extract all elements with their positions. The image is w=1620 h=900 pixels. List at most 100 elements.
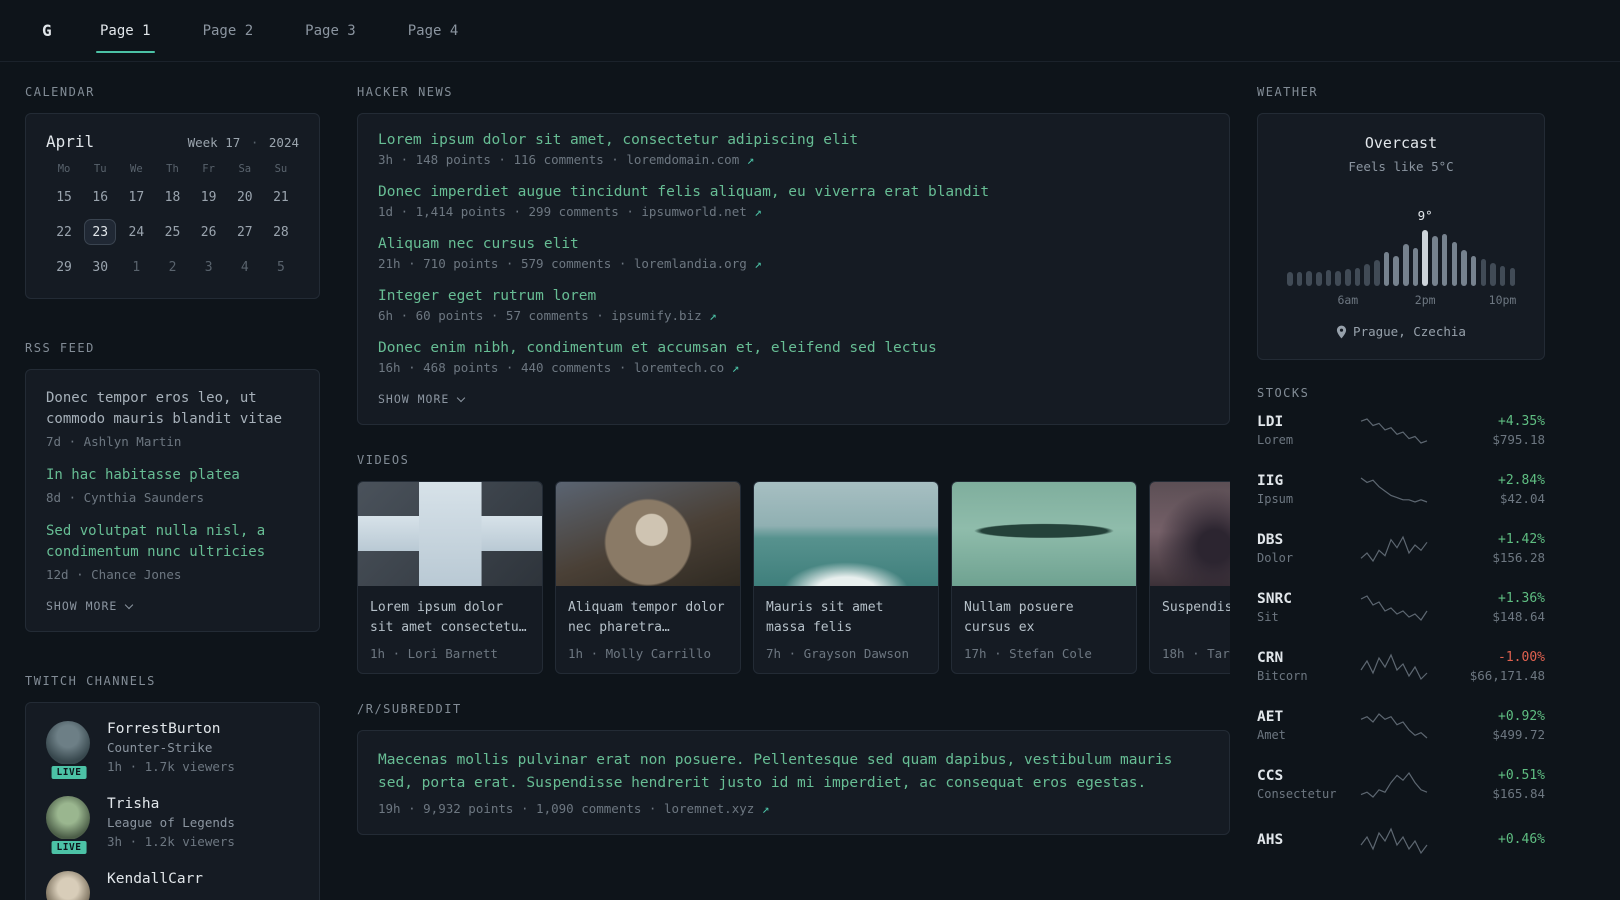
channel-name[interactable]: ForrestBurton [107,721,235,737]
videos-section: VIDEOS Lorem ipsum dolor sit amet consec… [357,453,1230,674]
video-title[interactable]: Mauris sit amet massa felis [766,598,926,638]
stock-symbol-block: CRN Bitcorn [1257,650,1343,683]
nav-tab-2[interactable]: Page 2 [199,0,258,62]
video-thumbnail [952,482,1136,586]
app-logo[interactable]: G [42,21,62,40]
weather-bar [1316,272,1322,286]
weather-location: Prague, Czechia [1353,324,1466,339]
twitch-channel[interactable]: LIVE KendallCarr [46,871,299,900]
subreddit-section: /R/SUBREDDIT Maecenas mollis pulvinar er… [357,702,1230,835]
twitch-channel[interactable]: LIVE ForrestBurton Counter-Strike 1h · 1.7k… [46,721,299,781]
rss-section-title: RSS FEED [25,341,95,355]
nav-tab-4[interactable]: Page 4 [404,0,463,62]
calendar-week-row: 29 30 1 2 3 4 5 [46,254,299,280]
stocks-section: STOCKS LDI Lorem +4.35% $795.18 IIG Ipsum +2.8… [1257,386,1545,855]
chevron-down-icon [125,600,134,609]
stock-symbol-block: SNRC Sit [1257,591,1343,624]
weather-bar [1325,270,1332,286]
stock-symbol: IIG [1257,473,1284,489]
stock-values: +4.35% $795.18 [1445,414,1545,447]
stock-row[interactable]: CRN Bitcorn -1.00% $66,171.48 [1257,650,1545,683]
stock-values: +1.42% $156.28 [1445,532,1545,565]
rss-item-title[interactable]: Donec tempor eros leo, ut commodo mauris… [46,388,299,430]
stock-row[interactable]: CCS Consectetur +0.51% $165.84 [1257,768,1545,801]
video-meta: 1h · Molly Carrillo [568,646,711,661]
subreddit-section-title: /R/SUBREDDIT [357,702,462,716]
rss-show-more-button[interactable]: SHOW MORE [46,599,299,613]
calendar-day-number: 15 [56,189,72,205]
weather-peak-temp: 9° [1417,208,1433,223]
stock-row[interactable]: IIG Ipsum +2.84% $42.04 [1257,473,1545,506]
external-link-icon[interactable]: ↗ [739,152,755,167]
hackernews-item-title[interactable]: Integer eget rutrum lorem [378,288,1209,304]
video-card[interactable]: Suspendisse diam 18h · Tara [1149,481,1230,674]
rss-list: Donec tempor eros leo, ut commodo mauris… [46,388,299,582]
hackernews-item-title[interactable]: Lorem ipsum dolor sit amet, consectetur … [378,132,1209,148]
stock-row[interactable]: DBS Dolor +1.42% $156.28 [1257,532,1545,565]
hackernews-card: Lorem ipsum dolor sit amet, consectetur … [357,113,1230,425]
stock-row[interactable]: SNRC Sit +1.36% $148.64 [1257,591,1545,624]
stock-values: +1.36% $148.64 [1445,591,1545,624]
hackernews-item-title[interactable]: Donec imperdiet augue tincidunt felis al… [378,184,1209,200]
stock-row[interactable]: AET Amet +0.92% $499.72 [1257,709,1545,742]
weather-bar [1441,234,1448,286]
external-link-icon[interactable]: ↗ [747,204,762,219]
weather-hour-column [1498,266,1508,286]
calendar-day-header: Su [274,163,288,175]
top-nav: G Page 1 Page 2 Page 3 Page 4 [0,0,1620,62]
nav-tab-1[interactable]: Page 1 [96,0,155,62]
stock-row[interactable]: LDI Lorem +4.35% $795.18 [1257,414,1545,447]
calendar-day-header: Tu [93,163,107,175]
rss-item-title[interactable]: Sed volutpat nulla nisl, a condimentum n… [46,521,299,563]
video-title[interactable]: Aliquam tempor dolor nec pharetra… [568,598,728,638]
hackernews-item-title[interactable]: Donec enim nibh, condimentum et accumsan… [378,340,1209,356]
video-title[interactable]: Suspendisse diam [1162,598,1230,638]
calendar-day-number: 19 [200,189,217,205]
video-thumbnail [1150,482,1230,586]
calendar-day-number: 2 [168,259,177,275]
video-card[interactable]: Aliquam tempor dolor nec pharetra… 1h · M… [555,481,741,674]
channel-avatar [46,721,90,765]
weather-hour-column [1507,268,1517,286]
stock-symbol-block: IIG Ipsum [1257,473,1343,506]
channel-name[interactable]: Trisha [107,796,235,812]
middle-column: HACKER NEWS Lorem ipsum dolor sit amet, … [357,85,1230,863]
calendar-week-label: Week 17 [187,135,241,150]
weather-bar [1296,272,1303,286]
calendar-section: CALENDAR April Week 17 · 2024 Mo Tu We Th Fr… [25,85,320,299]
stock-price: $795.18 [1492,432,1545,447]
weather-hour-column [1391,256,1401,286]
external-link-icon[interactable]: ↗ [702,308,717,323]
external-link-icon[interactable]: ↗ [747,256,762,271]
calendar-week-row: 15 16 17 18 19 20 21 [46,184,299,210]
video-card[interactable]: Lorem ipsum dolor sit amet consectetu… 1h… [357,481,543,674]
stock-row[interactable]: AHS +0.46% [1257,827,1545,855]
rss-item-meta: 7d · Ashlyn Martin [46,434,182,449]
hackernews-item-meta: 3h · 148 points · 116 comments · loremdo… [378,152,1209,167]
hackernews-show-more-button[interactable]: SHOW MORE [378,392,1209,406]
rss-item-title[interactable]: In hac habitasse platea [46,465,299,486]
stock-change: +0.51% [1498,768,1545,783]
hackernews-item-title[interactable]: Aliquam nec cursus elit [378,236,1209,252]
weather-bar [1422,230,1428,286]
video-card[interactable]: Mauris sit amet massa felis 7h · Grayson … [753,481,939,674]
stock-values: +0.92% $499.72 [1445,709,1545,742]
video-title[interactable]: Nullam posuere cursus ex [964,598,1124,638]
video-title[interactable]: Lorem ipsum dolor sit amet consectetu… [370,598,530,638]
video-card[interactable]: Nullam posuere cursus ex 17h · Stefan Col… [951,481,1137,674]
channel-game: Counter-Strike [107,740,213,755]
stock-symbol: DBS [1257,532,1284,548]
weather-hour-column [1362,264,1372,286]
external-link-icon[interactable]: ↗ [754,801,770,816]
weather-hour-column [1459,250,1469,286]
channel-name[interactable]: KendallCarr [107,871,203,887]
twitch-channel[interactable]: LIVE Trisha League of Legends 3h · 1.2k vie… [46,796,299,856]
weather-bar [1432,236,1438,286]
calendar-day-header: Th [166,163,179,175]
channel-avatar-wrap: LIVE [46,721,92,781]
weather-time-label: 2pm [1414,293,1436,307]
subreddit-post-meta-text: 19h · 9,932 points · 1,090 comments · lo… [378,801,755,816]
nav-tab-3[interactable]: Page 3 [301,0,360,62]
external-link-icon[interactable]: ↗ [724,360,740,375]
subreddit-post-title[interactable]: Maecenas mollis pulvinar erat non posuer… [378,749,1209,795]
